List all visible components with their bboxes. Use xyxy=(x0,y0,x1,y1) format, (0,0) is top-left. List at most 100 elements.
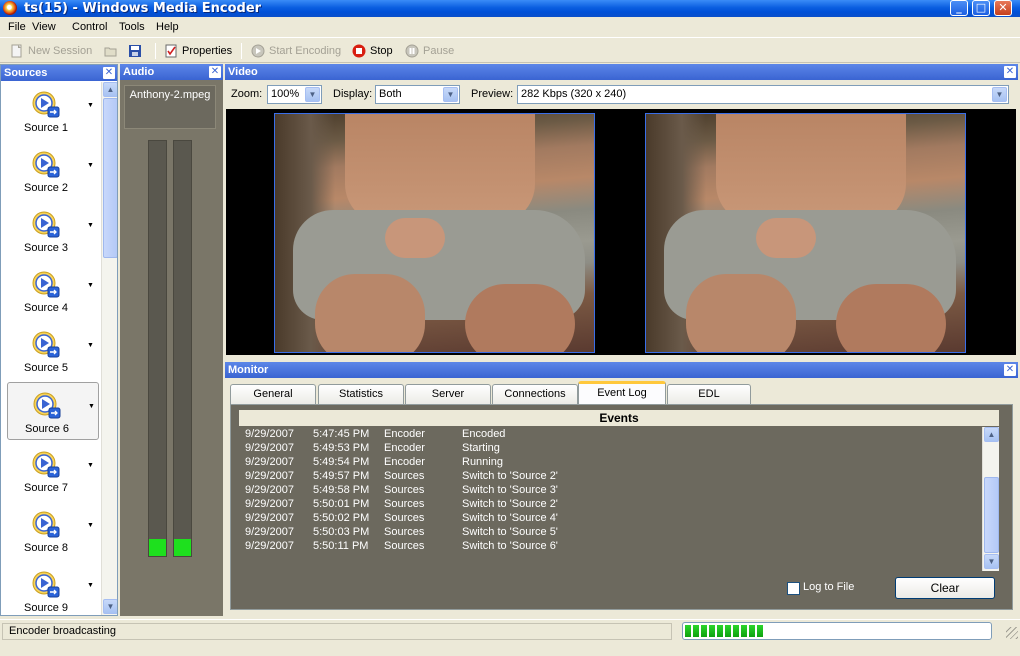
scroll-thumb[interactable] xyxy=(984,477,999,553)
properties-button[interactable]: Properties xyxy=(164,42,232,60)
tab-general[interactable]: General xyxy=(230,384,316,404)
stop-label: Stop xyxy=(370,45,393,57)
chevron-down-icon[interactable]: ▼ xyxy=(87,102,94,109)
scroll-up-icon[interactable]: ▲ xyxy=(984,427,999,442)
resize-grip-icon[interactable] xyxy=(1006,627,1018,639)
source-item[interactable]: Source 4 ▼ xyxy=(7,262,99,320)
event-message: Switch to 'Source 2' xyxy=(462,498,558,510)
window-title: ts(15) - Windows Media Encoder xyxy=(24,1,262,16)
event-message: Starting xyxy=(462,442,500,454)
chevron-down-icon: ▼ xyxy=(992,87,1007,102)
tab-edl[interactable]: EDL xyxy=(667,384,751,404)
event-time: 5:50:01 PM xyxy=(313,498,370,510)
preview-select[interactable]: 282 Kbps (320 x 240) ▼ xyxy=(517,85,1009,104)
chevron-down-icon[interactable]: ▼ xyxy=(87,342,94,349)
event-row[interactable]: 9/29/2007 5:49:58 PM Sources Switch to 'Sou… xyxy=(239,483,979,497)
audio-meter-left-fill xyxy=(149,539,166,556)
video-close-icon[interactable]: ✕ xyxy=(1004,66,1016,78)
menu-control[interactable]: Control xyxy=(72,21,107,33)
event-source: Sources xyxy=(384,484,425,496)
chevron-down-icon[interactable]: ▼ xyxy=(87,282,94,289)
sources-scrollbar[interactable]: ▲ ▼ xyxy=(101,82,117,615)
event-row[interactable]: 9/29/2007 5:50:01 PM Sources Switch to 'Sou… xyxy=(239,497,979,511)
sources-header: Sources ✕ xyxy=(1,65,117,81)
event-row[interactable]: 9/29/2007 5:49:53 PM Encoder Starting xyxy=(239,441,979,455)
new-session-button[interactable]: New Session xyxy=(10,42,92,60)
zoom-select[interactable]: 100% ▼ xyxy=(267,85,322,104)
chevron-down-icon[interactable]: ▼ xyxy=(87,222,94,229)
chevron-down-icon[interactable]: ▼ xyxy=(88,403,95,410)
video-header: Video ✕ xyxy=(225,64,1018,80)
menu-bar: File View Control Tools Help xyxy=(0,18,1020,38)
events-scrollbar[interactable]: ▲ ▼ xyxy=(982,427,999,571)
zoom-label: Zoom: xyxy=(231,88,263,100)
source-icon xyxy=(31,210,61,240)
source-icon xyxy=(31,150,61,180)
scroll-down-icon[interactable]: ▼ xyxy=(984,554,999,569)
tab-server[interactable]: Server xyxy=(405,384,491,404)
broadcast-progress xyxy=(682,622,992,640)
scroll-thumb[interactable] xyxy=(103,98,117,258)
maximize-button[interactable]: □ xyxy=(972,0,990,16)
source-item[interactable]: Source 7 ▼ xyxy=(7,442,99,500)
source-item[interactable]: Source 9 ▼ xyxy=(7,562,99,615)
source-item[interactable]: Source 3 ▼ xyxy=(7,202,99,260)
toolbar: New Session Properties Start Encoding St… xyxy=(0,39,1020,63)
sources-panel: Sources ✕ Source 1 ▼ Source 2 ▼ Source 3 ▼ Sou… xyxy=(0,64,118,616)
save-button[interactable] xyxy=(128,42,146,60)
stop-button[interactable]: Stop xyxy=(352,42,393,60)
clear-button[interactable]: Clear xyxy=(895,577,995,599)
event-log-panel: Events 9/29/2007 5:47:45 PM Encoder Encoded… xyxy=(230,404,1013,610)
tab-event-log[interactable]: Event Log xyxy=(578,381,666,404)
progress-segment xyxy=(685,625,691,637)
event-source: Sources xyxy=(384,498,425,510)
app-icon xyxy=(3,1,17,15)
event-row[interactable]: 9/29/2007 5:50:02 PM Sources Switch to 'Sou… xyxy=(239,511,979,525)
source-item[interactable]: Source 2 ▼ xyxy=(7,142,99,200)
scroll-up-icon[interactable]: ▲ xyxy=(103,82,117,97)
close-button[interactable]: ✕ xyxy=(994,0,1012,16)
source-label: Source 7 xyxy=(23,482,69,494)
events-header: Events xyxy=(239,410,999,426)
event-date: 9/29/2007 xyxy=(245,540,294,552)
source-item[interactable]: Source 5 ▼ xyxy=(7,322,99,380)
event-date: 9/29/2007 xyxy=(245,442,294,454)
source-icon xyxy=(31,270,61,300)
tab-connections[interactable]: Connections xyxy=(492,384,578,404)
event-date: 9/29/2007 xyxy=(245,470,294,482)
tab-statistics[interactable]: Statistics xyxy=(318,384,404,404)
log-to-file-label: Log to File xyxy=(803,581,855,593)
menu-view[interactable]: View xyxy=(32,21,56,33)
event-row[interactable]: 9/29/2007 5:50:03 PM Sources Switch to 'Sou… xyxy=(239,525,979,539)
chevron-down-icon[interactable]: ▼ xyxy=(87,462,94,469)
pause-button[interactable]: Pause xyxy=(405,42,454,60)
chevron-down-icon[interactable]: ▼ xyxy=(87,582,94,589)
event-message: Switch to 'Source 2' xyxy=(462,470,558,482)
menu-file[interactable]: File xyxy=(8,21,26,33)
event-row[interactable]: 9/29/2007 5:47:45 PM Encoder Encoded xyxy=(239,427,979,441)
source-item[interactable]: Source 8 ▼ xyxy=(7,502,99,560)
audio-close-icon[interactable]: ✕ xyxy=(209,66,221,78)
monitor-close-icon[interactable]: ✕ xyxy=(1004,364,1016,376)
minimize-button[interactable]: _ xyxy=(950,0,968,16)
source-item[interactable]: Source 6 ▼ xyxy=(7,382,99,440)
log-to-file-checkbox[interactable] xyxy=(787,582,800,595)
menu-help[interactable]: Help xyxy=(156,21,179,33)
start-encoding-button[interactable]: Start Encoding xyxy=(251,42,341,60)
event-row[interactable]: 9/29/2007 5:50:11 PM Sources Switch to 'Sou… xyxy=(239,539,979,553)
event-row[interactable]: 9/29/2007 5:49:57 PM Sources Switch to 'Sou… xyxy=(239,469,979,483)
video-display xyxy=(226,109,1016,355)
source-item[interactable]: Source 1 ▼ xyxy=(7,82,99,140)
chevron-down-icon[interactable]: ▼ xyxy=(87,522,94,529)
scroll-down-icon[interactable]: ▼ xyxy=(103,599,117,614)
chevron-down-icon[interactable]: ▼ xyxy=(87,162,94,169)
stop-icon xyxy=(352,44,366,58)
source-icon xyxy=(32,391,62,421)
event-row[interactable]: 9/29/2007 5:49:54 PM Encoder Running xyxy=(239,455,979,469)
sources-close-icon[interactable]: ✕ xyxy=(103,67,115,79)
status-text: Encoder broadcasting xyxy=(2,623,672,640)
display-select[interactable]: Both ▼ xyxy=(375,85,460,104)
open-button[interactable] xyxy=(104,42,122,60)
menu-tools[interactable]: Tools xyxy=(119,21,145,33)
monitor-panel: Monitor ✕ General Statistics Server Conn… xyxy=(225,362,1018,616)
